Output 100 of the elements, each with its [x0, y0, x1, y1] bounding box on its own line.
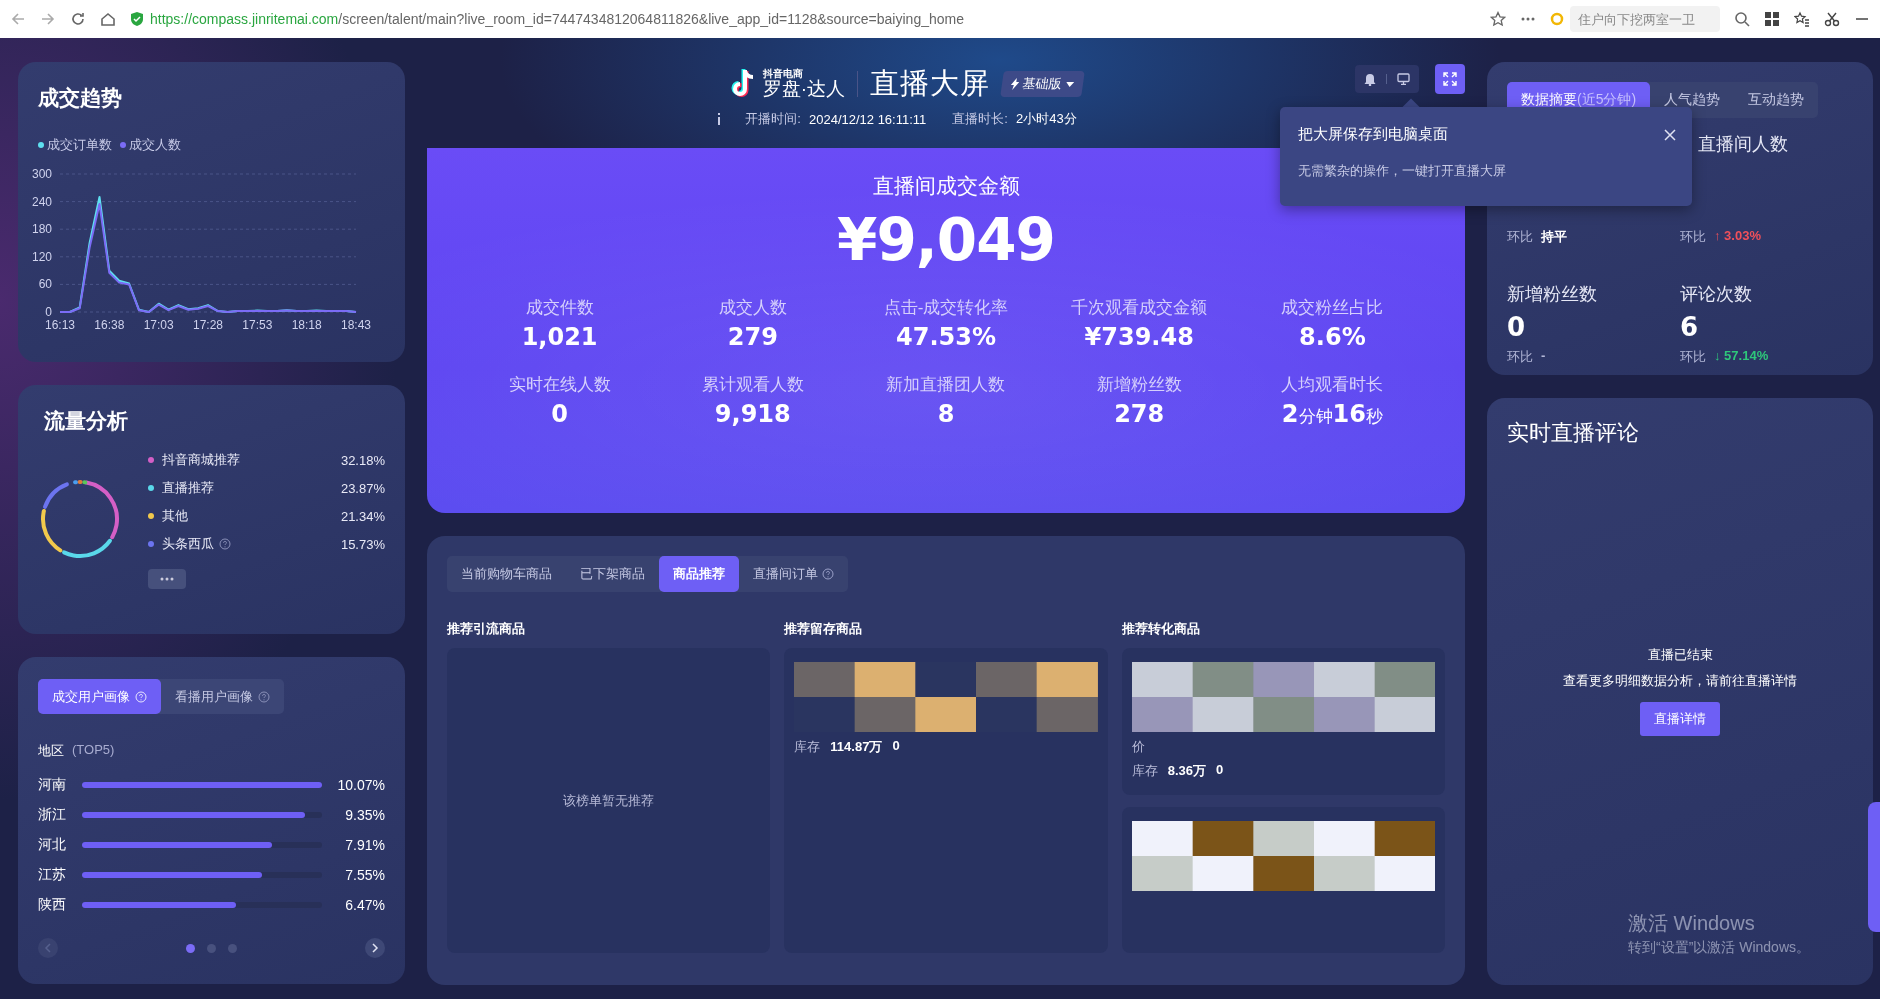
axis-label: 180: [31, 222, 52, 237]
legend-label: 成交人数: [129, 136, 181, 154]
details-button[interactable]: 直播详情: [1640, 702, 1720, 736]
tab[interactable]: 看播用户画像: [161, 679, 284, 714]
activation-text: 转到“设置”以激活 Windows。: [1628, 939, 1810, 957]
meta-label: 直播时长:: [952, 110, 1008, 128]
page-title: 直播大屏: [870, 66, 991, 101]
metric-value: 9,918: [714, 400, 791, 428]
close-icon: [1664, 129, 1676, 141]
source-share: 15.73%: [340, 536, 385, 552]
metric-value: ¥739.48: [1084, 323, 1194, 351]
metric-label: 新增粉丝数: [1096, 374, 1182, 396]
stat-value: 6: [1680, 312, 1700, 342]
axis-label: 0: [45, 305, 52, 319]
hero-title: 直播间成交金额: [872, 173, 1020, 199]
stat-label: 评论次数: [1680, 283, 1753, 306]
source-name: 其他: [162, 507, 188, 525]
activation-title: 激活 Windows: [1628, 911, 1756, 936]
metric-label: 成交人数: [718, 297, 787, 319]
info-icon: [717, 113, 722, 125]
column-title: 推荐转化商品: [1121, 620, 1201, 636]
axis-label: 18:43: [341, 318, 371, 332]
card-title: 实时直播评论: [1507, 419, 1640, 447]
home-icon[interactable]: [100, 11, 116, 27]
metric-value: 2分钟16秒: [1281, 400, 1383, 428]
region-name: 河南: [38, 776, 67, 794]
favorites-icon[interactable]: [1794, 11, 1810, 27]
search-icon[interactable]: [1734, 11, 1750, 27]
axis-label: 120: [31, 249, 52, 264]
stock-value: 8.36万: [1167, 762, 1206, 780]
compare-value: 持平: [1541, 228, 1567, 246]
compare-value: -: [1541, 348, 1546, 365]
caret-down-icon: [1065, 81, 1075, 87]
metric-label: 实时在线人数: [508, 374, 611, 396]
address-url[interactable]: https://compass.jinritemai.com/screen/talent/main?live_room_id=7447434812064811826&live_app_id=1128&source=baiying_home: [150, 11, 964, 27]
monitor-icon[interactable]: [1397, 73, 1410, 85]
axis-label: 17:03: [143, 318, 174, 332]
metric-label: 人均观看时长: [1281, 374, 1384, 396]
fullscreen-button[interactable]: [1435, 64, 1465, 94]
sales-value: 0: [1215, 762, 1224, 779]
metric-value: 279: [727, 323, 778, 351]
source-share: 23.87%: [340, 480, 385, 496]
edition-dropdown[interactable]: 基础版: [1000, 71, 1085, 97]
page-dot[interactable]: [186, 943, 195, 953]
source-share: 21.34%: [340, 508, 385, 524]
tab[interactable]: 人气趋势: [1650, 82, 1735, 118]
grid-icon[interactable]: [1764, 11, 1780, 27]
tab[interactable]: 互动趋势: [1734, 82, 1819, 118]
column-title: 推荐引流商品: [447, 620, 526, 636]
card-title: 成交趋势: [38, 85, 123, 111]
legend-label: 成交订单数: [47, 136, 112, 154]
star-icon[interactable]: [1490, 11, 1506, 27]
metric-label: 成交件数: [525, 297, 594, 319]
region-share: 10.07%: [337, 777, 385, 793]
axis-label: 16:38: [94, 318, 125, 332]
help-icon[interactable]: [219, 538, 231, 550]
compare-value: ↓ 57.14%: [1714, 348, 1769, 365]
next-button[interactable]: [365, 938, 385, 958]
meta-value: 2024/12/12 16:11:11: [808, 111, 927, 127]
divider: [1386, 74, 1387, 84]
tab[interactable]: 当前购物车商品: [447, 556, 566, 592]
total-amount: ¥9,049: [837, 206, 1055, 274]
search-field[interactable]: 住户向下挖两室一卫: [1570, 6, 1720, 32]
axis-label: 300: [31, 167, 52, 181]
tab[interactable]: 已下架商品: [566, 556, 659, 592]
region-share: 7.91%: [345, 837, 385, 853]
tab[interactable]: 成交用户画像: [38, 679, 161, 714]
meta-value: 2小时43分: [1015, 110, 1077, 128]
region-share: 7.55%: [345, 867, 385, 883]
tip-title: 把大屏保存到电脑桌面: [1298, 125, 1448, 144]
metric-label: 成交粉丝占比: [1281, 297, 1384, 319]
reload-icon[interactable]: [70, 11, 86, 27]
source-name: 头条西瓜: [162, 535, 214, 553]
source-name: 抖音商城推荐: [162, 451, 240, 469]
region-share: 9.35%: [345, 807, 385, 823]
stat-label: 新增粉丝数: [1507, 283, 1598, 306]
region-name: 江苏: [38, 866, 67, 884]
region-share: 6.47%: [345, 897, 385, 913]
scissors-icon[interactable]: [1824, 11, 1840, 27]
stock-label: 库存: [794, 738, 821, 756]
source-share: 32.18%: [340, 452, 385, 468]
product-card[interactable]: [1121, 806, 1445, 953]
tab[interactable]: 商品推荐: [659, 556, 739, 592]
shield-icon: [130, 11, 144, 27]
meta-label: 开播时间:: [745, 110, 801, 128]
section-label: 地区: [38, 742, 64, 760]
page-dot[interactable]: [207, 943, 216, 953]
hint-text: 查看更多明细数据分析，请前往直播详情: [1563, 672, 1797, 690]
product-card[interactable]: 价 库存 8.36万 0: [1121, 648, 1445, 795]
chevron-left-icon: [44, 943, 52, 953]
tab[interactable]: 直播间订单: [739, 556, 848, 592]
source-name: 直播推荐: [162, 479, 214, 497]
empty-text: 该榜单暂无推荐: [563, 791, 655, 810]
product-card[interactable]: 库存 114.87万 0: [784, 648, 1108, 953]
page-dot[interactable]: [228, 943, 237, 953]
axis-label: 17:53: [242, 318, 273, 332]
bell-icon[interactable]: [1364, 72, 1376, 86]
axis-label: 17:28: [193, 318, 223, 332]
help-icon[interactable]: [822, 568, 834, 580]
brand-caption: 抖音电商: [762, 68, 804, 79]
